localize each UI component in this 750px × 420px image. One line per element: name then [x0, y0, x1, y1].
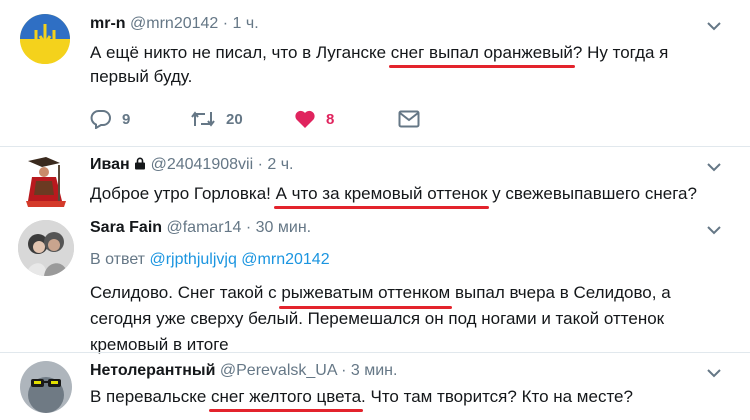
retweet-button[interactable]: 20: [190, 108, 243, 130]
separator-dot: ·: [341, 362, 347, 379]
direct-message-button[interactable]: [398, 108, 420, 130]
tweet-text: В перевальске снег желтого цвета. Что та…: [90, 385, 730, 412]
envelope-icon: [398, 110, 420, 128]
mention-link[interactable]: @rjpthjuljvjq: [149, 251, 236, 268]
tweet-time[interactable]: 1 ч.: [233, 15, 259, 32]
highlighted-phrase: А что за кремовый оттенок: [273, 182, 490, 209]
tweet-header: Нетолерантный @Perevalsk_UA · 3 мин.: [90, 362, 397, 380]
tweet-time[interactable]: 3 мин.: [351, 362, 398, 379]
reply-icon: [90, 110, 111, 129]
avatar[interactable]: [18, 220, 74, 276]
tweet-header: Sara Fain @famar14 · 30 мин.: [90, 219, 311, 237]
author-name[interactable]: Нетолерантный: [90, 362, 215, 379]
separator-dot: ·: [222, 15, 229, 32]
reply-button[interactable]: 9: [90, 108, 130, 130]
tweet-text: Селидово. Снег такой с рыжеватым оттенко…: [90, 280, 740, 358]
highlighted-phrase: снег выпал оранжевый: [388, 41, 576, 68]
author-handle[interactable]: @24041908vii: [151, 156, 254, 173]
tweet-1[interactable]: mr-n @mrn20142 · 1 ч. А ещё никто не пис…: [0, 0, 750, 145]
tweet-time[interactable]: 30 мин.: [256, 219, 311, 236]
reply-count: 9: [122, 110, 131, 128]
highlighted-phrase: рыжеватым оттенком: [279, 280, 453, 309]
separator-dot: ·: [257, 156, 263, 173]
tweet-header: mr-n @mrn20142 · 1 ч.: [90, 15, 259, 33]
author-handle[interactable]: @famar14: [166, 219, 241, 236]
tweet-3[interactable]: Sara Fain @famar14 · 30 мин. В ответ @rj…: [0, 208, 750, 354]
tweet-time[interactable]: 2 ч.: [267, 156, 293, 173]
chevron-down-icon[interactable]: [707, 22, 721, 31]
author-handle[interactable]: @mrn20142: [130, 15, 218, 32]
tweet-text: А ещё никто не писал, что в Луганске сне…: [90, 41, 669, 86]
retweet-icon: [191, 111, 215, 127]
chevron-down-icon[interactable]: [707, 226, 721, 235]
author-handle[interactable]: @Perevalsk_UA: [220, 362, 337, 379]
avatar[interactable]: [20, 155, 72, 207]
chevron-down-icon[interactable]: [707, 369, 721, 378]
avatar[interactable]: [20, 14, 70, 64]
chevron-down-icon[interactable]: [707, 163, 721, 172]
text-line: Селидово. Снег такой с рыжеватым оттенко…: [90, 280, 740, 309]
tweet-text: Доброе утро Горловка! А что за кремовый …: [90, 182, 730, 209]
like-count: 8: [326, 110, 335, 128]
tweet-4[interactable]: Нетолерантный @Perevalsk_UA · 3 мин. В п…: [0, 353, 750, 420]
highlighted-phrase: снег желтого цвета: [209, 385, 364, 412]
like-button[interactable]: 8: [294, 108, 334, 130]
tweet-2[interactable]: Иван @24041908vii · 2 ч. Доброе утро Гор…: [0, 147, 750, 209]
mention-link[interactable]: @mrn20142: [241, 251, 329, 268]
avatar[interactable]: [20, 361, 72, 413]
author-name[interactable]: Иван: [90, 156, 130, 173]
tweet-header: Иван @24041908vii · 2 ч.: [90, 156, 294, 174]
separator-dot: ·: [245, 219, 252, 236]
author-name[interactable]: mr-n: [90, 15, 126, 32]
reply-prefix: В ответ: [90, 251, 150, 268]
retweet-count: 20: [226, 110, 243, 128]
author-name[interactable]: Sara Fain: [90, 219, 162, 236]
lock-icon: [135, 157, 146, 170]
reply-context: В ответ @rjpthjuljvjq @mrn20142: [90, 248, 330, 272]
heart-icon: [295, 110, 315, 128]
text-line: сегодня уже сверху белый. Перемешался он…: [90, 309, 665, 328]
